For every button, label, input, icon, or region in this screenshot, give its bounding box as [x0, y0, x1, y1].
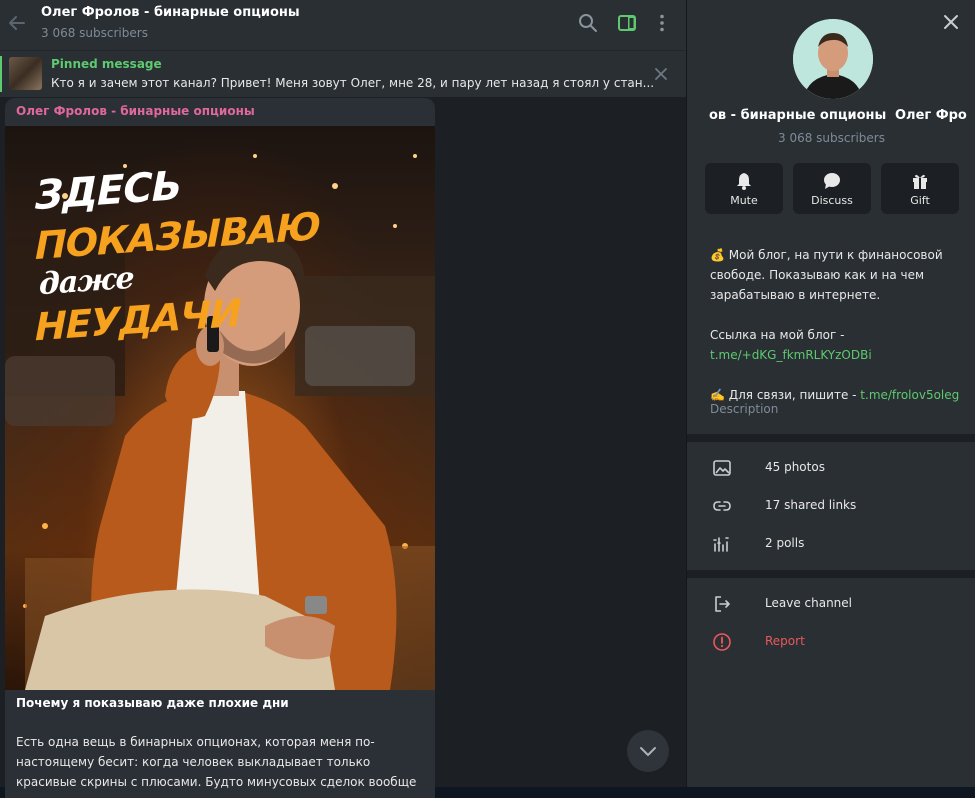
mute-label: Mute — [730, 194, 758, 207]
polls-row[interactable]: 2 polls — [687, 525, 975, 563]
profile-header: ов - бинарные опционы Олег Фро 3 068 sub… — [687, 0, 975, 231]
photo-icon — [713, 460, 731, 476]
channel-name: ов - бинарные опционы — [709, 108, 887, 123]
report-label: Report — [765, 634, 805, 648]
post-photo[interactable]: ЗДЕСЬ ПОКАЗЫВАЮ даже НЕУДАЧИ — [5, 126, 435, 690]
channel-subscribers: 3 068 subscribers — [778, 131, 885, 145]
pinned-message-bar[interactable]: Pinned message Кто я и зачем этот канал?… — [0, 50, 686, 97]
contact-link[interactable]: t.me/frolov5oleg — [860, 388, 959, 402]
chat-header: Олег Фролов - бинарные опционы 3 068 sub… — [0, 0, 686, 50]
gift-label: Gift — [910, 194, 930, 207]
post-author[interactable]: Олег Фролов - бинарные опционы — [16, 104, 255, 118]
links-label: 17 shared links — [765, 498, 857, 512]
chat-subscribers: 3 068 subscribers — [41, 26, 148, 40]
blog-link[interactable]: t.me/+dKG_fkmRLKYzODBi — [710, 345, 970, 365]
close-icon[interactable] — [941, 12, 961, 32]
shared-media-section: 45 photos 17 shared links 2 polls — [687, 442, 975, 570]
channel-name-marquee: ов - бинарные опционы Олег Фро — [687, 108, 975, 128]
channel-post[interactable]: Олег Фролов - бинарные опционы ЗДЕСЬ ПОК… — [5, 98, 435, 798]
mute-button[interactable]: Mute — [705, 163, 783, 214]
channel-actions-section: Leave channel Report — [687, 578, 975, 787]
post-caption-title: Почему я показываю даже плохие дни — [16, 696, 289, 710]
scroll-down-button[interactable] — [627, 730, 669, 772]
channel-name-repeat: Олег Фро — [895, 108, 967, 123]
pinned-indicator — [0, 56, 2, 92]
description-text: 💰 Мой блог, на пути к финаносовой свобод… — [710, 245, 970, 405]
photos-row[interactable]: 45 photos — [687, 449, 975, 487]
post-caption-text: Есть одна вещь в бинарных опционах, кото… — [16, 735, 417, 798]
polls-label: 2 polls — [765, 536, 805, 550]
photo-headline-3: даже — [39, 260, 134, 303]
gift-button[interactable]: Gift — [881, 163, 959, 214]
pinned-title: Pinned message — [51, 57, 162, 71]
pinned-thumbnail — [9, 57, 42, 90]
avatar[interactable] — [793, 19, 873, 99]
report-icon — [713, 633, 731, 651]
channel-info-panel: ов - бинарные опционы Олег Фро 3 068 sub… — [686, 0, 975, 787]
leave-channel-label: Leave channel — [765, 596, 852, 610]
link-icon — [713, 501, 731, 511]
search-icon[interactable] — [576, 11, 600, 35]
avatar-portrait — [793, 19, 873, 99]
chat-bubble-icon — [824, 173, 840, 189]
bell-icon — [737, 173, 751, 190]
leave-channel-row[interactable]: Leave channel — [687, 585, 975, 623]
gift-icon — [913, 174, 927, 189]
close-icon[interactable] — [652, 65, 670, 83]
poll-icon — [713, 537, 729, 552]
description-section: 💰 Мой блог, на пути к финаносовой свобод… — [687, 231, 975, 434]
links-row[interactable]: 17 shared links — [687, 487, 975, 525]
photos-label: 45 photos — [765, 460, 825, 474]
discuss-label: Discuss — [811, 194, 853, 207]
report-row[interactable]: Report — [687, 623, 975, 661]
back-arrow-icon[interactable] — [5, 11, 29, 35]
more-vertical-icon[interactable] — [650, 11, 674, 35]
description-line-1: 💰 Мой блог, на пути к финаносовой свобод… — [710, 248, 943, 302]
chat-title[interactable]: Олег Фролов - бинарные опционы — [41, 5, 300, 20]
description-label: Description — [710, 402, 779, 416]
leave-icon — [715, 596, 730, 612]
chat-area: Олег Фролов - бинарные опционы 3 068 sub… — [0, 0, 686, 798]
description-line-3: ✍️ Для связи, пишите - — [710, 388, 861, 402]
sidebar-toggle-icon[interactable] — [615, 11, 639, 35]
pinned-text: Кто я и зачем этот канал? Привет! Меня з… — [51, 76, 655, 90]
discuss-button[interactable]: Discuss — [793, 163, 871, 214]
chevron-down-icon — [640, 747, 656, 756]
description-line-2: Ссылка на мой блог - — [710, 328, 845, 342]
